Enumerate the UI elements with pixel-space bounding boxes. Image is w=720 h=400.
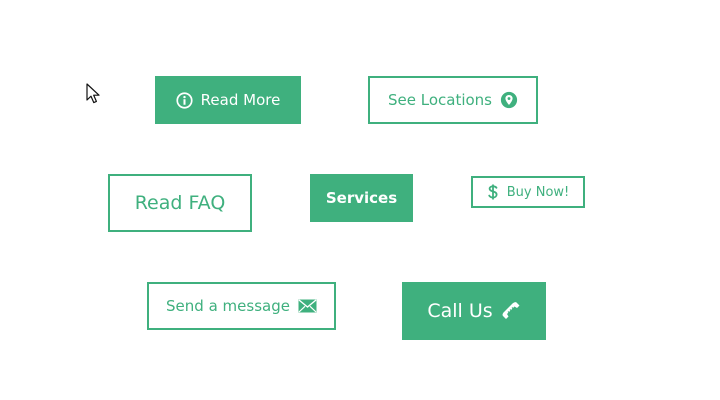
services-label: Services	[325, 189, 398, 207]
phone-icon	[501, 301, 521, 321]
read-faq-button[interactable]: Read FAQ	[108, 174, 252, 232]
buy-now-button[interactable]: Buy Now!	[471, 176, 585, 208]
map-pin-icon	[500, 91, 518, 109]
send-message-label: Send a message	[166, 297, 290, 315]
see-locations-button[interactable]: See Locations	[368, 76, 538, 124]
read-more-button[interactable]: Read More	[155, 76, 301, 124]
envelope-icon	[298, 299, 317, 313]
read-more-label: Read More	[200, 91, 281, 109]
buy-now-label: Buy Now!	[506, 184, 570, 200]
see-locations-label: See Locations	[387, 91, 492, 109]
read-faq-label: Read FAQ	[134, 192, 226, 214]
call-us-button[interactable]: Call Us	[402, 282, 546, 340]
dollar-icon	[487, 184, 499, 200]
button-showcase: Read More See Locations Read FAQ Service…	[0, 0, 720, 400]
send-message-button[interactable]: Send a message	[147, 282, 336, 330]
info-icon	[176, 91, 193, 109]
call-us-label: Call Us	[427, 300, 493, 322]
services-button[interactable]: Services	[310, 174, 413, 222]
mouse-pointer-icon	[86, 83, 102, 105]
